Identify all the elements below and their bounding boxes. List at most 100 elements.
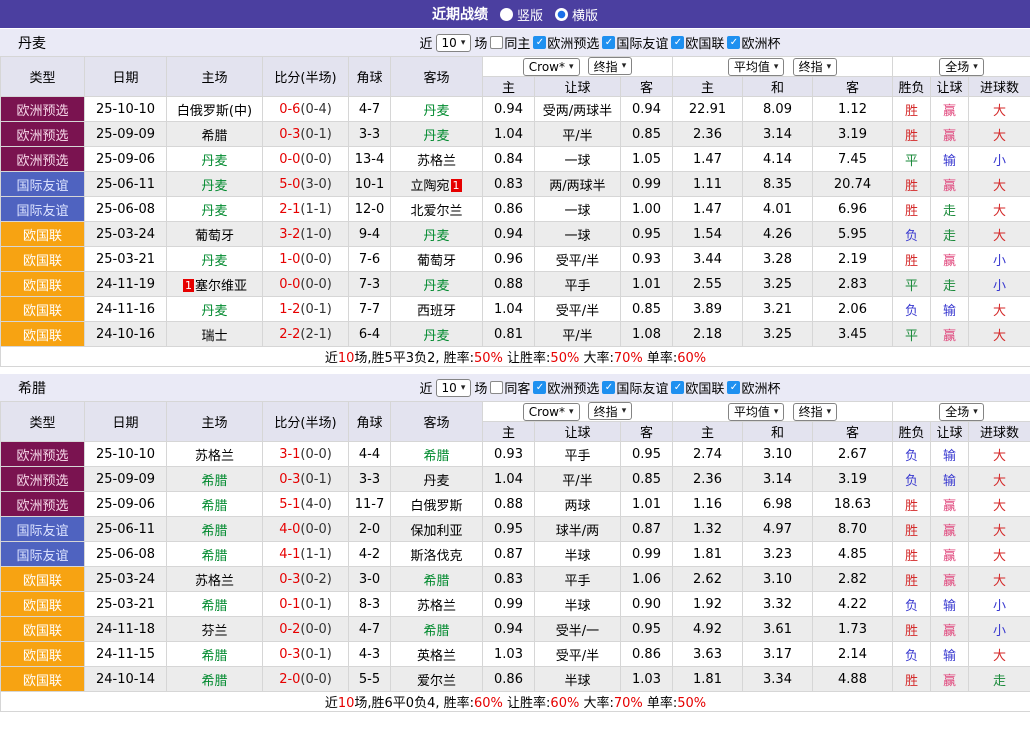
average-select[interactable]: 平均值	[727, 57, 785, 76]
match-type-badge: 欧国联	[0, 641, 85, 667]
filter-prefix-label: 近	[419, 382, 433, 397]
summary-segment: 60%	[677, 351, 707, 366]
match-row: 欧国联 24-11-15 希腊 0-3(0-1) 4-3 英格兰 1.03 受平/半 0.86 3…	[0, 641, 1030, 667]
handicap-odds-home: 0.93	[482, 441, 535, 467]
home-team: 丹麦	[166, 296, 263, 322]
corner-count: 9-4	[348, 221, 391, 247]
result-goals: 大	[968, 566, 1030, 592]
full-match-select[interactable]: 全场	[939, 402, 984, 421]
avg-odds-away: 2.06	[812, 296, 894, 322]
league-checkbox-euro-qualifier[interactable]: 欧洲预选	[533, 33, 599, 52]
corner-count: 3-0	[348, 566, 391, 592]
handicap-odds-home: 0.84	[482, 146, 535, 172]
home-team: 丹麦	[166, 146, 263, 172]
match-score: 3-1(0-0)	[262, 441, 349, 467]
avg-odds-home: 3.63	[672, 641, 744, 667]
corner-count: 3-3	[348, 121, 391, 147]
corner-count: 10-1	[348, 171, 391, 197]
col-type: 类型	[0, 401, 85, 442]
away-team: 西班牙	[390, 296, 483, 322]
radio-horizontal-layout[interactable]: 横版	[555, 5, 598, 24]
col-type: 类型	[0, 56, 85, 97]
corner-count: 11-7	[348, 491, 391, 517]
half-time-score: (0-1)	[300, 596, 332, 612]
checkbox-checked-icon	[602, 381, 616, 394]
match-row: 欧国联 24-11-16 丹麦 1-2(0-1) 7-7 西班牙 1.04 受平/半 0.85 3…	[0, 296, 1030, 322]
avg-odds-draw: 3.10	[742, 441, 814, 467]
team-label: 斯洛伐克	[410, 548, 463, 564]
league-checkbox-eurocup[interactable]: 欧洲杯	[727, 33, 780, 52]
match-row: 欧国联 24-10-16 瑞士 2-2(2-1) 6-4 丹麦 0.81 平/半 1.08 2.1…	[0, 321, 1030, 347]
summary-segment: 大率:	[579, 696, 614, 711]
col-avg-home: 主	[672, 76, 744, 97]
bookmaker-select[interactable]: Crow*	[522, 402, 580, 421]
result-goals: 走	[968, 666, 1030, 692]
games-count-select[interactable]: 10	[435, 378, 472, 397]
same-venue-checkbox-item[interactable]: 同客	[490, 378, 530, 397]
result-goals: 大	[968, 541, 1030, 567]
corner-count: 4-3	[348, 641, 391, 667]
league-checkbox-nations[interactable]: 欧国联	[671, 378, 724, 397]
team-label: 苏格兰	[194, 573, 234, 589]
team-label: 英格兰	[416, 648, 456, 664]
col-avg-draw: 和	[742, 421, 814, 442]
full-time-score: 0-1	[279, 596, 301, 612]
avg-odds-home: 1.47	[672, 146, 744, 172]
avg-odds-home: 1.92	[672, 591, 744, 617]
match-row: 国际友谊 25-06-11 希腊 4-0(0-0) 2-0 保加利亚 0.95 球半/两 0.8…	[0, 516, 1030, 542]
league-label: 欧国联	[685, 37, 725, 52]
final-odds-select[interactable]: 终指	[587, 402, 633, 421]
full-time-score: 0-2	[279, 621, 301, 637]
avg-odds-draw: 3.25	[742, 321, 814, 347]
result-handicap: 赢	[930, 171, 970, 197]
away-team: 希腊	[390, 566, 483, 592]
summary-segment: 50%	[677, 696, 707, 711]
games-count-value: 10	[441, 35, 457, 50]
bookmaker-select[interactable]: Crow*	[522, 57, 580, 76]
same-venue-checkbox-item[interactable]: 同主	[490, 33, 530, 52]
league-checkbox-nations[interactable]: 欧国联	[671, 33, 724, 52]
result-goals: 大	[968, 196, 1030, 222]
col-outcome: 胜负	[892, 76, 932, 97]
team-label: 丹麦	[201, 303, 228, 319]
result-goals: 大	[968, 466, 1030, 492]
match-date: 25-09-06	[84, 146, 167, 172]
result-outcome: 平	[892, 271, 932, 297]
handicap-line: 半球	[534, 591, 621, 617]
team-label: 丹麦	[201, 253, 228, 269]
handicap-odds-home: 1.04	[482, 466, 535, 492]
final-odds-select-2[interactable]: 终指	[792, 402, 838, 421]
corner-count: 7-7	[348, 296, 391, 322]
full-match-select[interactable]: 全场	[939, 57, 984, 76]
avg-odds-away: 7.45	[812, 146, 894, 172]
match-type-badge: 欧国联	[0, 666, 85, 692]
away-team: 爱尔兰	[390, 666, 483, 692]
league-checkbox-euro-qualifier[interactable]: 欧洲预选	[533, 378, 599, 397]
corner-count: 4-2	[348, 541, 391, 567]
match-type-badge: 欧洲预选	[0, 96, 85, 122]
final-odds-select[interactable]: 终指	[587, 57, 633, 76]
result-outcome: 负	[892, 641, 932, 667]
league-label: 欧洲预选	[547, 37, 600, 52]
league-checkbox-eurocup[interactable]: 欧洲杯	[727, 378, 780, 397]
corner-count: 8-3	[348, 591, 391, 617]
team-label: 苏格兰	[194, 448, 234, 464]
summary-segment: 单率:	[642, 696, 678, 711]
league-checkbox-friendly[interactable]: 国际友谊	[602, 33, 668, 52]
average-select[interactable]: 平均值	[727, 402, 785, 421]
summary-segment: 场,胜5平3负2, 胜率:	[354, 351, 474, 366]
league-checkbox-friendly[interactable]: 国际友谊	[602, 378, 668, 397]
avg-odds-home: 1.32	[672, 516, 744, 542]
match-type-badge: 欧洲预选	[0, 466, 85, 492]
summary-segment: 50%	[550, 351, 580, 366]
team-label: 丹麦	[423, 473, 450, 489]
handicap-odds-group: Crow* 终指	[481, 56, 674, 77]
result-outcome: 负	[892, 221, 932, 247]
home-team: 希腊	[166, 666, 263, 692]
avg-odds-home: 1.11	[672, 171, 744, 197]
games-count-select[interactable]: 10	[435, 33, 472, 52]
result-outcome: 胜	[892, 616, 932, 642]
result-goals: 大	[968, 516, 1030, 542]
radio-vertical-layout[interactable]: 竖版	[499, 5, 543, 24]
final-odds-select-2[interactable]: 终指	[792, 57, 838, 76]
